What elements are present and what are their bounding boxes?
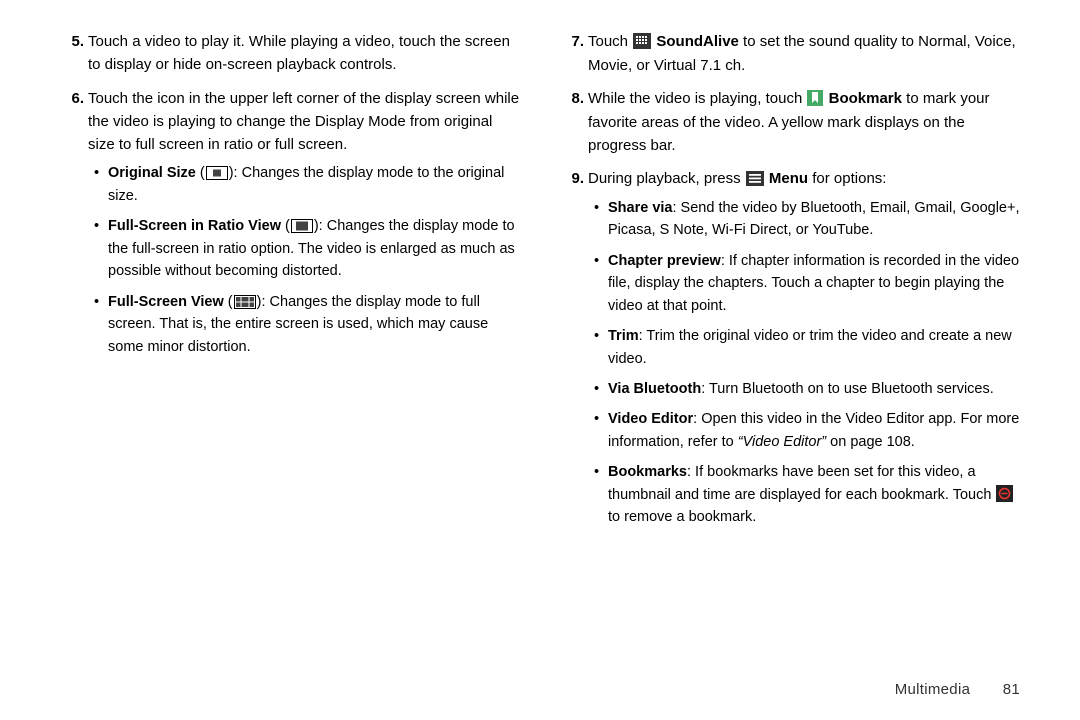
right-column: 7. Touch SoundAlive to set the sound qua… [540, 30, 1040, 700]
pre-text: While the video is playing, touch [588, 90, 806, 107]
bullet-tail: to remove a bookmark. [608, 509, 756, 525]
left-column: 5. Touch a video to play it. While playi… [40, 30, 540, 700]
page: 5. Touch a video to play it. While playi… [0, 0, 1080, 720]
icon-label: SoundAlive [652, 33, 739, 50]
original-size-icon [206, 162, 228, 184]
page-footer: Multimedia 81 [895, 681, 1020, 698]
bullet-title: Full-Screen View [108, 294, 224, 310]
bullet-rest: : Trim the original video or trim the vi… [608, 328, 1012, 366]
bullet-title: Chapter preview [608, 253, 721, 269]
step-7: 7. Touch SoundAlive to set the sound qua… [588, 30, 1020, 77]
step-5: 5. Touch a video to play it. While playi… [88, 30, 520, 77]
bullet-rest2: on page 108. [826, 434, 915, 450]
pre-text: Touch [588, 33, 632, 50]
bullet-title: Trim [608, 328, 639, 344]
remove-bookmark-icon [996, 484, 1013, 506]
crossref-link: “Video Editor” [738, 434, 826, 450]
bullet-title: Via Bluetooth [608, 381, 701, 397]
step-8: 8. While the video is playing, touch Boo… [588, 87, 1020, 157]
step-text: Touch the icon in the upper left corner … [88, 90, 519, 154]
bookmarks-item: Bookmarks: If bookmarks have been set fo… [608, 461, 1020, 528]
step-number: 6. [60, 87, 84, 110]
bullet-title: Video Editor [608, 411, 693, 427]
trim-item: Trim: Trim the original video or trim th… [608, 325, 1020, 370]
original-size-item: Original Size (): Changes the display mo… [108, 162, 520, 207]
share-via-item: Share via: Send the video by Bluetooth, … [608, 197, 1020, 242]
menu-icon [746, 167, 764, 190]
icon-label: Menu [765, 170, 808, 187]
full-screen-view-icon [234, 291, 256, 313]
via-bluetooth-item: Via Bluetooth: Turn Bluetooth on to use … [608, 378, 1020, 400]
step-number: 7. [560, 30, 584, 53]
full-screen-ratio-icon [291, 215, 313, 237]
step-9: 9. During playback, press Menu for optio… [588, 167, 1020, 529]
icon-label: Bookmark [824, 90, 902, 107]
step-6: 6. Touch the icon in the upper left corn… [88, 87, 520, 359]
full-screen-view-item: Full-Screen View (): Changes the display… [108, 291, 520, 358]
step-number: 9. [560, 167, 584, 190]
step-text: Touch a video to play it. While playing … [88, 33, 510, 73]
video-editor-item: Video Editor: Open this video in the Vid… [608, 408, 1020, 453]
page-number: 81 [1003, 681, 1020, 698]
chapter-label: Multimedia [895, 681, 971, 698]
soundalive-icon [633, 30, 651, 53]
bullet-rest: : Turn Bluetooth on to use Bluetooth ser… [701, 381, 994, 397]
bullet-title: Share via [608, 200, 673, 216]
bullet-title: Bookmarks [608, 464, 687, 480]
pre-text: During playback, press [588, 170, 745, 187]
bookmark-icon [807, 87, 823, 110]
step-number: 5. [60, 30, 84, 53]
chapter-preview-item: Chapter preview: If chapter information … [608, 250, 1020, 317]
bullet-title: Original Size [108, 165, 196, 181]
bullet-title: Full-Screen in Ratio View [108, 218, 281, 234]
full-screen-ratio-item: Full-Screen in Ratio View (): Changes th… [108, 215, 520, 282]
post-text: for options: [808, 170, 886, 187]
step-number: 8. [560, 87, 584, 110]
